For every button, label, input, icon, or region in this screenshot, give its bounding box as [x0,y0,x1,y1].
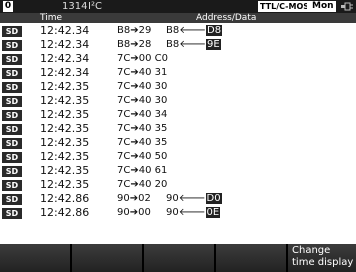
row-write-data: B8➔28 [117,39,152,50]
read-address: 90🡐 [166,193,206,204]
read-value-highlight: 0E [205,207,221,218]
read-value-highlight: D0 [205,193,222,204]
row-write-data: 7C➔40 31 [117,67,168,78]
sd-tag: SD [2,152,22,163]
column-header: Time Address/Data [0,13,356,23]
row-time: 12:42.35 [40,150,90,163]
sd-tag: SD [2,54,22,65]
softkey-4[interactable] [216,244,288,272]
softkey-1[interactable] [0,244,72,272]
signal-mode-badge: TTL/C-MOS [258,1,312,12]
row-time: 12:42.35 [40,136,90,149]
softkey-3[interactable] [144,244,216,272]
table-row[interactable]: SD 12:42.86 90➔00 90🡐0E [0,206,356,220]
table-row[interactable]: SD 12:42.35 7C➔40 20 [0,178,356,192]
row-time: 12:42.86 [40,192,90,205]
row-write-data: 7C➔40 35 [117,137,168,148]
row-time: 12:42.34 [40,38,90,51]
read-address: B8🡐 [166,39,207,50]
row-time: 12:42.35 [40,122,90,135]
plug-icon [341,2,353,11]
sd-tag: SD [2,138,22,149]
time-column-header: Time [40,13,63,23]
row-write-data: 90➔02 [117,193,151,204]
sd-tag: SD [2,68,22,79]
row-write-data: 7C➔40 30 [117,95,168,106]
sd-tag: SD [2,208,22,219]
softkey-2[interactable] [72,244,144,272]
row-read-data: B8🡐9E [166,38,221,52]
row-time: 12:42.35 [40,108,90,121]
sd-tag: SD [2,82,22,93]
row-time: 12:42.35 [40,164,90,177]
row-write-data: 7C➔00 C0 [117,53,168,64]
sd-tag: SD [2,124,22,135]
read-address: B8🡐 [166,25,207,36]
protocol-label: I²C [88,1,102,12]
sd-tag: SD [2,180,22,191]
row-write-data: 7C➔40 50 [117,151,168,162]
row-write-data: 7C➔40 30 [117,81,168,92]
row-time: 12:42.34 [40,52,90,65]
row-time: 12:42.86 [40,206,90,219]
row-write-data: 7C➔40 20 [117,179,168,190]
channel-number: 0 [3,1,13,12]
table-row[interactable]: SD 12:42.35 7C➔40 35 [0,122,356,136]
row-time: 12:42.35 [40,94,90,107]
table-row[interactable]: SD 12:42.34 7C➔40 31 [0,66,356,80]
status-bar: 0 1314 I²C TTL/C-MOS Mon [0,0,356,13]
table-row[interactable]: SD 12:42.34 B8➔28 B8🡐9E [0,38,356,52]
table-row[interactable]: SD 12:42.35 7C➔40 30 [0,94,356,108]
record-count: 1314 [62,1,88,12]
row-time: 12:42.34 [40,66,90,79]
table-row[interactable]: SD 12:42.35 7C➔40 61 [0,164,356,178]
change-time-display-button[interactable]: Change time display [288,244,356,272]
row-time: 12:42.35 [40,80,90,93]
row-write-data: 7C➔40 61 [117,165,168,176]
address-data-column-header: Address/Data [196,13,257,23]
sd-tag: SD [2,194,22,205]
sd-tag: SD [2,40,22,51]
change-time-display-label: Change time display [292,245,354,268]
table-row[interactable]: SD 12:42.35 7C➔40 35 [0,136,356,150]
table-row[interactable]: SD 12:42.34 B8➔29 B8🡐D8 [0,24,356,38]
sd-tag: SD [2,96,22,107]
sd-tag: SD [2,166,22,177]
table-row[interactable]: SD 12:42.34 7C➔00 C0 [0,52,356,66]
read-value-highlight: D8 [206,25,223,36]
table-row[interactable]: SD 12:42.35 7C➔40 34 [0,108,356,122]
read-value-highlight: 9E [206,39,221,50]
table-row[interactable]: SD 12:42.35 7C➔40 30 [0,80,356,94]
sd-tag: SD [2,110,22,121]
mode-indicator [307,3,309,10]
sd-tag: SD [2,26,22,37]
mode-badge: Mon [310,1,336,12]
row-read-data: 90🡐D0 [166,192,222,206]
row-time: 12:42.35 [40,178,90,191]
log-list[interactable]: SD 12:42.34 B8➔29 B8🡐D8 SD 12:42.34 B8➔28 B8🡐9E… [0,24,356,220]
softkey-bar: Change time display [0,244,356,272]
analyzer-screen: 0 1314 I²C TTL/C-MOS Mon Time Address/Da… [0,0,356,272]
row-write-data: 7C➔40 35 [117,123,168,134]
table-row[interactable]: SD 12:42.86 90➔02 90🡐D0 [0,192,356,206]
row-write-data: 7C➔40 34 [117,109,168,120]
row-write-data: B8➔29 [117,25,152,36]
row-read-data: B8🡐D8 [166,24,223,38]
read-address: 90🡐 [166,207,206,218]
row-write-data: 90➔00 [117,207,151,218]
table-row[interactable]: SD 12:42.35 7C➔40 50 [0,150,356,164]
row-time: 12:42.34 [40,24,90,37]
row-read-data: 90🡐0E [166,206,221,220]
